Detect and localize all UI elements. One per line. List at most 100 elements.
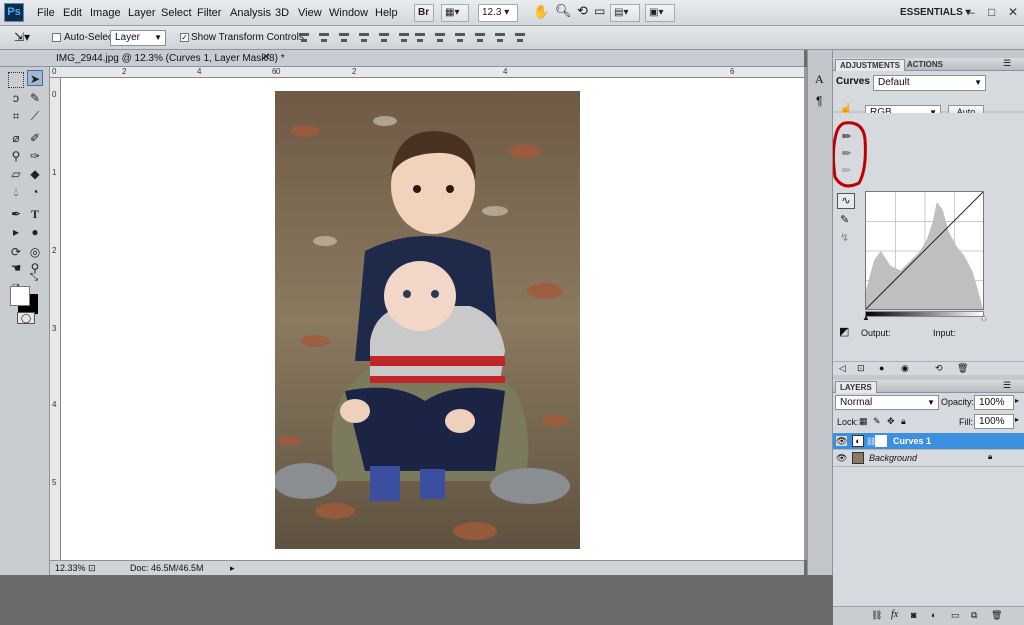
new-adjustment-layer-icon[interactable]: ◐ <box>931 610 936 620</box>
distribute-left-icon[interactable] <box>473 31 487 44</box>
quick-mask-icon[interactable]: ◯ <box>17 312 35 324</box>
document-tab[interactable]: IMG_2944.jpg @ 12.3% (Curves 1, Layer Ma… <box>50 50 804 67</box>
align-vcenter-icon[interactable] <box>317 31 331 44</box>
horizontal-ruler[interactable]: 0 2 4 6 0 2 4 6 <box>50 67 804 78</box>
layer-row-background[interactable]: 👁︎ Background 🔒︎ <box>833 450 1024 467</box>
status-info-icon[interactable]: ⊡ <box>88 563 96 574</box>
foreground-color-swatch[interactable] <box>10 286 30 306</box>
menu-file[interactable]: File <box>37 7 55 19</box>
auto-select-checkbox[interactable] <box>52 33 61 42</box>
blend-mode-dropdown[interactable]: Normal ▼ <box>835 395 939 410</box>
distribute-hcenter-icon[interactable] <box>493 31 507 44</box>
swap-colors-icon[interactable]: ⤡ <box>30 272 38 283</box>
delete-adjustment-icon[interactable]: 🗑︎ <box>957 363 968 374</box>
menu-window[interactable]: Window <box>329 7 368 19</box>
paragraph-panel-icon[interactable]: ¶ <box>816 94 822 108</box>
clip-to-layer-icon[interactable]: ⊡ <box>857 363 865 374</box>
tab-adjustments[interactable]: ADJUSTMENTS <box>835 59 906 71</box>
shape-tool-icon[interactable]: ● <box>27 224 43 240</box>
fill-slider-arrow-icon[interactable]: ▸ <box>1015 415 1019 424</box>
minimize-icon[interactable]: – <box>968 5 975 19</box>
white-point-eyedropper-icon[interactable]: ✏ <box>842 164 851 177</box>
vertical-ruler[interactable]: 0 1 2 3 4 5 <box>50 78 61 560</box>
menu-image[interactable]: Image <box>90 7 121 19</box>
menu-3d[interactable]: 3D <box>275 7 289 19</box>
layers-panel-menu-icon[interactable]: ☰ <box>1003 380 1011 391</box>
tab-actions[interactable]: ACTIONS <box>903 59 947 71</box>
history-brush-tool-icon[interactable]: ✑ <box>27 148 43 164</box>
layer-row-curves[interactable]: 👁︎ ◐ ⛓ Curves 1 <box>833 433 1024 450</box>
workspace-switcher[interactable]: ESSENTIALS ▾ <box>900 7 971 18</box>
curves-preset-dropdown[interactable]: Default ▼ <box>873 75 986 91</box>
hand-tool-icon[interactable]: ✋ <box>533 4 549 20</box>
previous-state-icon[interactable]: ◉ <box>901 363 909 374</box>
new-layer-icon[interactable]: ⧉ <box>971 610 977 621</box>
pencil-draw-curve-icon[interactable]: ✎ <box>840 213 849 226</box>
pen-tool-icon[interactable]: ✒ <box>8 206 24 222</box>
lock-image-icon[interactable]: ✎ <box>873 416 881 427</box>
close-document-icon[interactable]: ✕ <box>262 52 270 63</box>
eraser-tool-icon[interactable]: ▱ <box>8 166 24 182</box>
distribute-top-icon[interactable] <box>413 31 427 44</box>
delete-layer-icon[interactable]: 🗑︎ <box>991 610 1002 621</box>
arrange-documents-dropdown[interactable]: ▤▾ <box>610 4 640 22</box>
close-icon[interactable]: ✕ <box>1008 5 1018 19</box>
maximize-icon[interactable]: □ <box>988 5 995 19</box>
quick-selection-tool-icon[interactable]: ✎ <box>27 90 43 106</box>
clone-stamp-tool-icon[interactable]: ⚲ <box>8 148 24 164</box>
healing-brush-tool-icon[interactable]: ⌀ <box>8 130 24 146</box>
gradient-tool-icon[interactable]: ◆ <box>27 166 43 182</box>
opacity-slider-arrow-icon[interactable]: ▸ <box>1015 396 1019 405</box>
align-top-icon[interactable] <box>297 31 311 44</box>
menu-help[interactable]: Help <box>375 7 398 19</box>
view-extras-dropdown[interactable]: ▦▾ <box>441 4 469 22</box>
menu-edit[interactable]: Edit <box>63 7 82 19</box>
layer-style-icon[interactable]: fx <box>891 609 898 620</box>
type-tool-icon[interactable]: T <box>27 206 43 222</box>
black-slider-icon[interactable]: ▲ <box>862 313 870 322</box>
align-bottom-icon[interactable] <box>337 31 351 44</box>
menu-layer[interactable]: Layer <box>128 7 156 19</box>
align-hcenter-icon[interactable] <box>377 31 391 44</box>
distribute-bottom-icon[interactable] <box>453 31 467 44</box>
ruler-icon[interactable]: ▭ <box>594 4 605 18</box>
path-selection-tool-icon[interactable]: ▸ <box>8 224 24 240</box>
zoom-tool-icon[interactable]: 🔍︎ <box>555 3 572 19</box>
layer-mask-thumbnail[interactable] <box>875 435 887 447</box>
link-layers-icon[interactable]: ⛓ <box>871 610 882 621</box>
lock-transparent-icon[interactable]: ▦ <box>859 416 868 427</box>
photo-two-children-on-grass[interactable] <box>275 91 580 549</box>
distribute-right-icon[interactable] <box>513 31 527 44</box>
move-tool-icon[interactable]: ➤ <box>27 70 43 86</box>
curve-edit-points-icon[interactable]: ∿ <box>837 193 855 209</box>
histogram-icon[interactable]: ◩ <box>839 325 849 338</box>
menu-select[interactable]: Select <box>161 7 192 19</box>
auto-select-target-dropdown[interactable]: Layer ▼ <box>110 30 166 46</box>
rotate-view-icon[interactable]: ⟲ <box>577 3 588 19</box>
add-mask-icon[interactable]: ◙ <box>911 610 916 620</box>
white-slider-icon[interactable]: ▲ <box>980 313 988 323</box>
visibility-toggle-icon[interactable]: ● <box>879 363 884 373</box>
lasso-tool-icon[interactable]: ↄ <box>8 90 24 106</box>
3d-orbit-tool-icon[interactable]: ◎ <box>27 244 43 260</box>
lock-position-icon[interactable]: ✥ <box>887 416 895 427</box>
show-transform-checkbox[interactable]: ✓ <box>180 33 189 42</box>
reset-icon[interactable]: ⟲ <box>935 363 943 374</box>
eyedropper-tool-icon[interactable]: ⟋ <box>27 108 43 124</box>
new-group-icon[interactable]: ▭ <box>951 610 960 621</box>
status-menu-arrow-icon[interactable]: ▸ <box>230 563 235 574</box>
screen-mode-dropdown[interactable]: ▣▾ <box>645 4 675 22</box>
marquee-tool-icon[interactable] <box>8 72 24 88</box>
menu-analysis[interactable]: Analysis <box>230 7 271 19</box>
blur-tool-icon[interactable]: 💧︎ <box>8 184 24 200</box>
3d-rotate-tool-icon[interactable]: ⟳ <box>8 244 24 260</box>
dodge-tool-icon[interactable]: ◔ <box>27 184 43 200</box>
curves-graph[interactable] <box>865 191 984 310</box>
gray-point-eyedropper-icon[interactable]: ✏ <box>842 147 851 160</box>
panel-menu-icon[interactable]: ☰ <box>1003 58 1011 69</box>
menu-view[interactable]: View <box>298 7 322 19</box>
smooth-curve-icon[interactable]: ↯ <box>840 231 849 244</box>
bridge-button[interactable]: Br <box>414 4 434 22</box>
opacity-field[interactable]: 100% <box>974 395 1014 410</box>
zoom-percentage[interactable]: 12.33% <box>55 563 86 573</box>
